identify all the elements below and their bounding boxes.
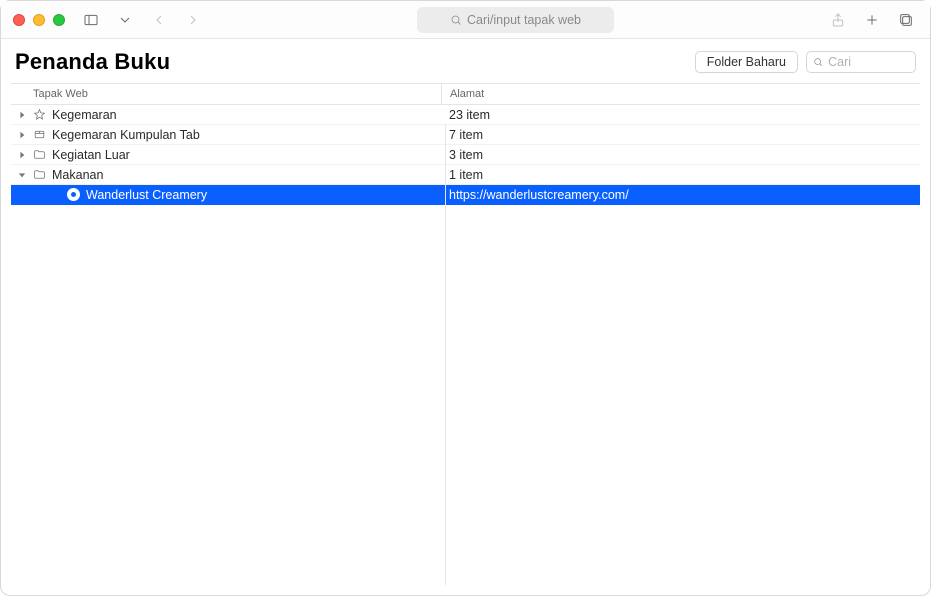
column-header-address[interactable]: Alamat — [441, 84, 920, 104]
minimize-window-button[interactable] — [33, 14, 45, 26]
page-header: Penanda Buku Folder Baharu — [1, 39, 930, 83]
bookmark-item[interactable]: Wanderlust Creamery https://wanderlustcre… — [11, 185, 920, 205]
disclosure-triangle-icon[interactable] — [17, 171, 26, 179]
row-name: Kegiatan Luar — [52, 148, 130, 162]
page-title: Penanda Buku — [15, 49, 170, 75]
new-folder-button[interactable]: Folder Baharu — [695, 51, 798, 73]
table-column-headers: Tapak Web Alamat — [11, 83, 920, 105]
row-address: 7 item — [441, 128, 920, 142]
bookmark-folder[interactable]: Kegiatan Luar 3 item — [11, 145, 920, 165]
zoom-window-button[interactable] — [53, 14, 65, 26]
site-favicon-icon — [66, 188, 80, 202]
row-address: 1 item — [441, 168, 920, 182]
bookmark-search-box[interactable] — [806, 51, 916, 73]
row-name: Wanderlust Creamery — [86, 188, 207, 202]
bookmark-folder[interactable]: Makanan 1 item — [11, 165, 920, 185]
window-titlebar: Cari/input tapak web — [1, 1, 930, 39]
forward-button[interactable] — [181, 8, 205, 32]
search-icon — [450, 14, 462, 26]
disclosure-triangle-icon[interactable] — [17, 131, 26, 139]
tab-overview-button[interactable] — [894, 8, 918, 32]
share-button[interactable] — [826, 8, 850, 32]
address-placeholder: Cari/input tapak web — [467, 13, 581, 27]
tab-group-icon — [32, 128, 46, 142]
search-icon — [813, 56, 823, 68]
back-button[interactable] — [147, 8, 171, 32]
folder-icon — [32, 168, 46, 182]
close-window-button[interactable] — [13, 14, 25, 26]
bookmark-folder[interactable]: Kegemaran Kumpulan Tab 7 item — [11, 125, 920, 145]
address-bar[interactable]: Cari/input tapak web — [417, 7, 613, 33]
column-header-name[interactable]: Tapak Web — [11, 84, 441, 104]
toolbar-left-group — [79, 8, 205, 32]
window-controls — [13, 14, 65, 26]
row-name: Kegemaran — [52, 108, 117, 122]
disclosure-triangle-icon[interactable] — [17, 151, 26, 159]
sidebar-toggle-button[interactable] — [79, 8, 103, 32]
star-icon — [32, 108, 46, 122]
row-name: Makanan — [52, 168, 103, 182]
row-address: https://wanderlustcreamery.com/ — [441, 188, 920, 202]
row-name: Kegemaran Kumpulan Tab — [52, 128, 200, 142]
bookmark-search-input[interactable] — [828, 55, 909, 69]
sidebar-menu-button[interactable] — [113, 8, 137, 32]
toolbar-right-group — [826, 8, 918, 32]
row-address: 3 item — [441, 148, 920, 162]
bookmarks-table: Tapak Web Alamat Kegemaran23 itemKegemar… — [1, 83, 930, 595]
new-tab-button[interactable] — [860, 8, 884, 32]
folder-icon — [32, 148, 46, 162]
bookmark-folder[interactable]: Kegemaran 23 item — [11, 105, 920, 125]
disclosure-triangle-icon[interactable] — [17, 111, 26, 119]
row-address: 23 item — [441, 108, 920, 122]
